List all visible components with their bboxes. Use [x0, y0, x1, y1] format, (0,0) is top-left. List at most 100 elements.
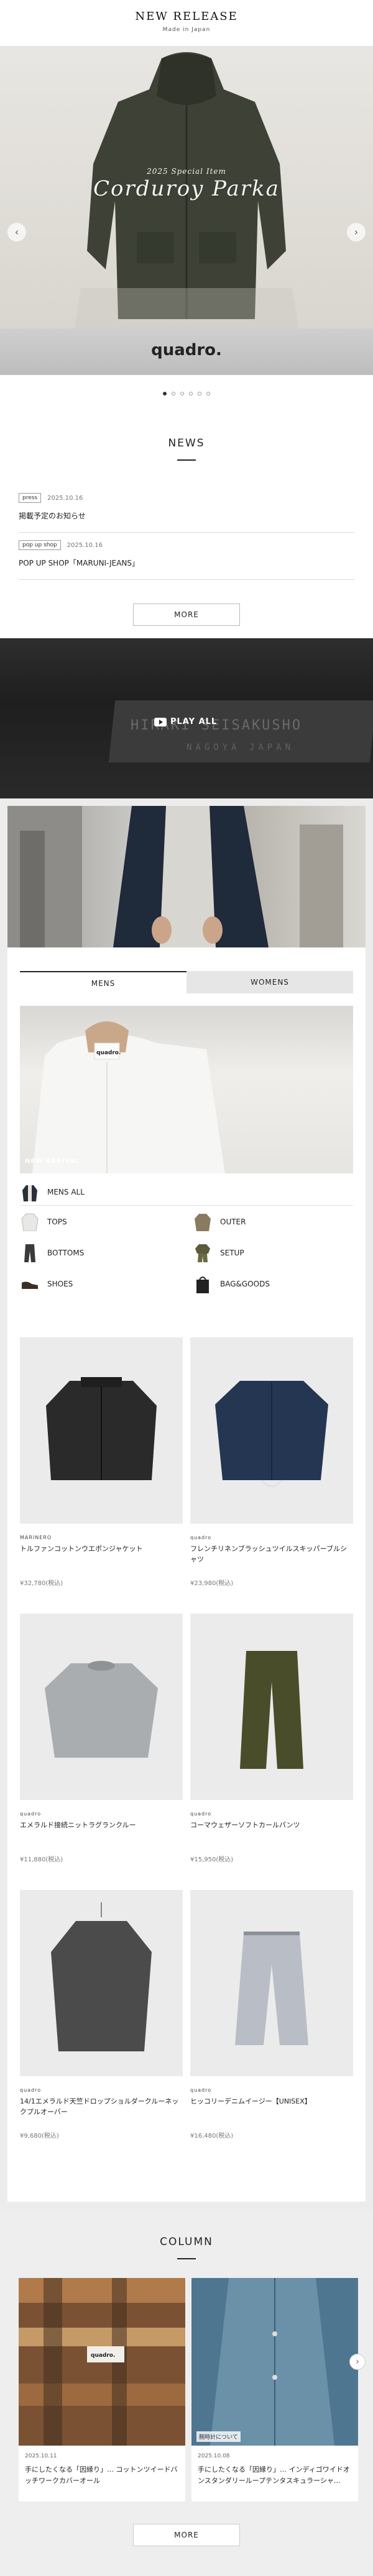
- hero-caption: Corduroy Parka: [93, 176, 280, 201]
- hero-brand-logo: quadro.: [151, 341, 222, 359]
- bottoms-icon: [20, 1243, 40, 1263]
- product-brand: quadro: [20, 1811, 42, 1817]
- news-list: press 2025.10.16 掲載予定のお知らせ pop up shop 2…: [19, 486, 354, 580]
- column-next-icon[interactable]: ›: [349, 2354, 366, 2370]
- category-shoes[interactable]: SHOES: [20, 1273, 180, 1295]
- hero-caption-small: 2025 Special Item: [147, 167, 226, 176]
- product-card[interactable]: quadro ヒッコリーデニムイージー【UNISEX】 ¥16,480(税込): [190, 1890, 353, 2166]
- column-date: 2025.10.11: [25, 2453, 57, 2459]
- product-name[interactable]: フレンチリネンブラッシュツイルスキッパーブルシャツ: [190, 1544, 353, 1565]
- product-price: ¥15,950(税込): [190, 1856, 234, 1863]
- category-bottoms[interactable]: BOTTOMS: [20, 1242, 180, 1264]
- product-name[interactable]: 14/1エメラルド天竺ドロップショルダークルーネックプルオーバー: [20, 2097, 183, 2118]
- bag-icon: [193, 1274, 213, 1294]
- category-grid: TOPS OUTER BOTTOMS SETUP SHOES BAG&GOODS: [20, 1211, 353, 1295]
- plate-text-sub: NAGOYA JAPAN: [186, 743, 295, 752]
- category-label: OUTER: [220, 1218, 246, 1226]
- product-brand: quadro: [190, 1535, 212, 1540]
- news-meta: pop up shop 2025.10.16: [19, 540, 354, 550]
- model-image: [7, 806, 343, 947]
- slider-dot[interactable]: [198, 392, 201, 395]
- column-image[interactable]: 腕時計について: [191, 2278, 358, 2446]
- product-brand: quadro: [20, 2087, 42, 2093]
- product-brand: quadro: [190, 1811, 212, 1817]
- play-icon: [154, 717, 167, 726]
- news-section: NEWS press 2025.10.16 掲載予定のお知らせ pop up s…: [0, 412, 373, 626]
- news-title: NEWS: [168, 437, 205, 450]
- news-tag: press: [19, 493, 42, 503]
- release-subtitle: Made in Japan: [162, 27, 211, 33]
- column-more-button[interactable]: MORE: [133, 2524, 240, 2546]
- new-arrival-banner[interactable]: quadro. NEW ARRIVAL: [20, 1006, 353, 1173]
- product-image[interactable]: [20, 1337, 183, 1524]
- column-section: COLUMN quadro. 2025.10.11 手にしたくなる「因縁り」… …: [0, 2211, 373, 2576]
- column-image[interactable]: quadro.: [19, 2278, 185, 2446]
- product-price: ¥9,680(税込): [20, 2133, 59, 2140]
- category-tops[interactable]: TOPS: [20, 1211, 180, 1233]
- product-image[interactable]: [20, 1614, 183, 1800]
- category-label: TOPS: [47, 1218, 67, 1226]
- tops-icon: [20, 1212, 40, 1232]
- column-card[interactable]: 腕時計について 2025.10.08 手にしたくなる「因縁り」… インディゴワイ…: [191, 2278, 358, 2501]
- product-image[interactable]: [190, 1614, 353, 1800]
- product-image[interactable]: [20, 1890, 183, 2076]
- column-card-list: quadro. 2025.10.11 手にしたくなる「因縁り」… コットンツイー…: [19, 2278, 358, 2501]
- category-label: BAG&GOODS: [220, 1280, 270, 1288]
- news-text[interactable]: POP UP SHOP「MARUNI-JEANS」: [19, 558, 354, 568]
- svg-text:quadro.: quadro.: [91, 2352, 115, 2359]
- product-card[interactable]: quadro 14/1エメラルド天竺ドロップショルダークルーネックプルオーバー …: [20, 1890, 183, 2166]
- category-bag-goods[interactable]: BAG&GOODS: [193, 1273, 353, 1295]
- slider-dot[interactable]: [172, 392, 175, 395]
- news-more-button[interactable]: MORE: [133, 603, 240, 626]
- release-title: NEW RELEASE: [135, 10, 238, 23]
- column-text[interactable]: 手にしたくなる「因縁り」… インディゴワイドオンスタンダリーループテンタスキュラ…: [191, 2459, 358, 2501]
- news-item[interactable]: press 2025.10.16 掲載予定のお知らせ: [19, 486, 354, 533]
- slider-prev-icon[interactable]: ‹: [7, 223, 26, 242]
- product-name[interactable]: コーマウェザーソフトカールパンツ: [190, 1820, 353, 1842]
- product-price: ¥11,880(税込): [20, 1856, 63, 1863]
- category-mens-all[interactable]: MENS ALL: [20, 1178, 353, 1206]
- mens-all-label: MENS ALL: [47, 1187, 85, 1196]
- news-text[interactable]: 掲載予定のお知らせ: [19, 510, 354, 521]
- slider-dot[interactable]: [163, 392, 167, 395]
- release-header: NEW RELEASE Made in Japan: [0, 0, 373, 46]
- slider-dot[interactable]: [206, 392, 210, 395]
- slider-dot[interactable]: [180, 392, 184, 395]
- setup-icon: [193, 1243, 213, 1263]
- product-price: ¥23,980(税込): [190, 1580, 234, 1587]
- catalog-panel: MENS WOMENS quadro. NEW ARRIVAL MENS ALL: [7, 806, 366, 2202]
- product-card[interactable]: quadro エメラルド接続ニットラグランクルー ¥11,880(税込): [20, 1614, 183, 1890]
- page: NEW RELEASE Made in Japan 2025 Special I…: [0, 0, 373, 2576]
- category-setup[interactable]: SETUP: [193, 1242, 353, 1264]
- product-grid: MARINERO トルファンコットンウエポンジャケット ¥32,780(税込) …: [20, 1337, 353, 2166]
- mens-all-icon: [20, 1182, 40, 1202]
- product-name[interactable]: トルファンコットンウエポンジャケット: [20, 1544, 183, 1565]
- product-card[interactable]: quadro フレンチリネンブラッシュツイルスキッパーブルシャツ ¥23,980…: [190, 1337, 353, 1614]
- hero-slide[interactable]: 2025 Special Item Corduroy Parka quadro.…: [0, 46, 373, 375]
- shoes-icon: [20, 1274, 40, 1294]
- product-card[interactable]: quadro コーマウェザーソフトカールパンツ ¥15,950(税込): [190, 1614, 353, 1890]
- column-title-rule: [177, 2258, 196, 2259]
- column-date: 2025.10.08: [198, 2453, 230, 2459]
- catalog-section: MENS WOMENS quadro. NEW ARRIVAL MENS ALL: [0, 798, 373, 2211]
- category-label: BOTTOMS: [47, 1249, 85, 1257]
- news-date: 2025.10.16: [67, 541, 103, 549]
- play-all-button[interactable]: PLAY ALL: [154, 717, 217, 726]
- category-outer[interactable]: OUTER: [193, 1211, 353, 1233]
- news-item[interactable]: pop up shop 2025.10.16 POP UP SHOP「MARUN…: [19, 533, 354, 580]
- product-card[interactable]: MARINERO トルファンコットンウエポンジャケット ¥32,780(税込): [20, 1337, 183, 1614]
- column-card[interactable]: quadro. 2025.10.11 手にしたくなる「因縁り」… コットンツイー…: [19, 2278, 185, 2501]
- slider-next-icon[interactable]: ›: [347, 223, 366, 242]
- slider-dots: [0, 375, 373, 412]
- tab-mens[interactable]: MENS: [20, 971, 186, 993]
- play-all-label: PLAY ALL: [170, 717, 218, 726]
- product-name[interactable]: ヒッコリーデニムイージー【UNISEX】: [190, 2097, 353, 2118]
- product-name[interactable]: エメラルド接続ニットラグランクルー: [20, 1820, 183, 1842]
- product-image[interactable]: [190, 1337, 353, 1524]
- tab-womens[interactable]: WOMENS: [186, 971, 353, 993]
- column-title: COLUMN: [160, 2236, 213, 2248]
- slider-dot[interactable]: [189, 392, 193, 395]
- product-price: ¥16,480(税込): [190, 2133, 234, 2140]
- product-image[interactable]: [190, 1890, 353, 2076]
- column-text[interactable]: 手にしたくなる「因縁り」… コットンツイードバッチワークカバーオール: [19, 2459, 185, 2501]
